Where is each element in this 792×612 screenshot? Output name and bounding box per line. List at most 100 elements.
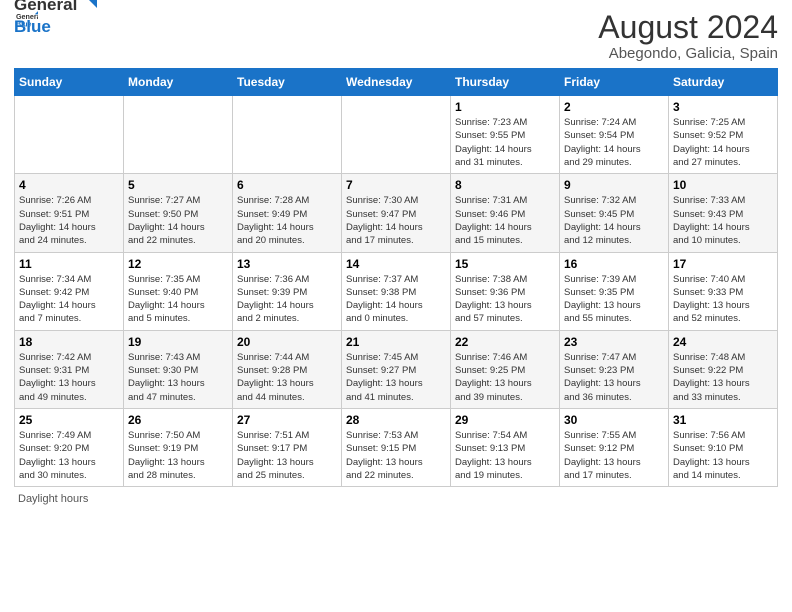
day-info: Sunrise: 7:36 AM Sunset: 9:39 PM Dayligh… <box>237 273 337 326</box>
calendar-cell: 13 Sunrise: 7:36 AM Sunset: 9:39 PM Dayli… <box>233 252 342 330</box>
calendar-cell: 12 Sunrise: 7:35 AM Sunset: 9:40 PM Dayli… <box>124 252 233 330</box>
weekday-header-monday: Monday <box>124 69 233 96</box>
logo: General Blue General Blue <box>14 10 97 37</box>
day-info: Sunrise: 7:23 AM Sunset: 9:55 PM Dayligh… <box>455 116 555 169</box>
calendar-cell: 28Sunrise: 7:53 AM Sunset: 9:15 PM Dayli… <box>342 408 451 486</box>
day-number: 18 <box>19 335 119 349</box>
day-info: Sunrise: 7:32 AM Sunset: 9:45 PM Dayligh… <box>564 194 664 247</box>
day-info: Sunrise: 7:53 AM Sunset: 9:15 PM Dayligh… <box>346 429 446 482</box>
day-number: 8 <box>455 178 555 192</box>
calendar-cell: 23Sunrise: 7:47 AM Sunset: 9:23 PM Dayli… <box>560 330 669 408</box>
calendar-cell: 2Sunrise: 7:24 AM Sunset: 9:54 PM Daylig… <box>560 96 669 174</box>
calendar-cell: 26 Sunrise: 7:50 AM Sunset: 9:19 PM Dayli… <box>124 408 233 486</box>
calendar-cell: 1 Sunrise: 7:23 AM Sunset: 9:55 PM Daylig… <box>451 96 560 174</box>
day-number: 25 <box>19 413 119 427</box>
calendar-cell: 17Sunrise: 7:40 AM Sunset: 9:33 PM Dayli… <box>669 252 778 330</box>
calendar-cell: 30Sunrise: 7:55 AM Sunset: 9:12 PM Dayli… <box>560 408 669 486</box>
day-info: Sunrise: 7:26 AM Sunset: 9:51 PM Dayligh… <box>19 194 119 247</box>
day-number: 19 <box>128 335 228 349</box>
calendar-cell: 4 Sunrise: 7:26 AM Sunset: 9:51 PM Daylig… <box>15 174 124 252</box>
day-info: Sunrise: 7:37 AM Sunset: 9:38 PM Dayligh… <box>346 273 446 326</box>
day-number: 11 <box>19 257 119 271</box>
logo-blue: Blue <box>14 17 51 36</box>
calendar-cell: 9 Sunrise: 7:32 AM Sunset: 9:45 PM Daylig… <box>560 174 669 252</box>
day-info: Sunrise: 7:25 AM Sunset: 9:52 PM Dayligh… <box>673 116 773 169</box>
day-info: Sunrise: 7:35 AM Sunset: 9:40 PM Dayligh… <box>128 273 228 326</box>
weekday-header-row: SundayMondayTuesdayWednesdayThursdayFrid… <box>15 69 778 96</box>
day-info: Sunrise: 7:28 AM Sunset: 9:49 PM Dayligh… <box>237 194 337 247</box>
week-row-1: 1 Sunrise: 7:23 AM Sunset: 9:55 PM Daylig… <box>15 96 778 174</box>
calendar-cell: 8Sunrise: 7:31 AM Sunset: 9:46 PM Daylig… <box>451 174 560 252</box>
day-info: Sunrise: 7:46 AM Sunset: 9:25 PM Dayligh… <box>455 351 555 404</box>
weekday-header-tuesday: Tuesday <box>233 69 342 96</box>
calendar-cell: 15 Sunrise: 7:38 AM Sunset: 9:36 PM Dayli… <box>451 252 560 330</box>
calendar-cell: 24 Sunrise: 7:48 AM Sunset: 9:22 PM Dayli… <box>669 330 778 408</box>
logo-triangle-icon <box>79 0 97 14</box>
calendar-table: SundayMondayTuesdayWednesdayThursdayFrid… <box>14 68 778 487</box>
calendar-cell: 6Sunrise: 7:28 AM Sunset: 9:49 PM Daylig… <box>233 174 342 252</box>
day-number: 1 <box>455 100 555 114</box>
footer: Daylight hours <box>14 493 778 505</box>
day-info: Sunrise: 7:24 AM Sunset: 9:54 PM Dayligh… <box>564 116 664 169</box>
day-info: Sunrise: 7:42 AM Sunset: 9:31 PM Dayligh… <box>19 351 119 404</box>
day-info: Sunrise: 7:34 AM Sunset: 9:42 PM Dayligh… <box>19 273 119 326</box>
weekday-header-sunday: Sunday <box>15 69 124 96</box>
day-info: Sunrise: 7:33 AM Sunset: 9:43 PM Dayligh… <box>673 194 773 247</box>
logo-general: General <box>14 0 77 15</box>
calendar-cell: 19Sunrise: 7:43 AM Sunset: 9:30 PM Dayli… <box>124 330 233 408</box>
day-number: 12 <box>128 257 228 271</box>
day-info: Sunrise: 7:50 AM Sunset: 9:19 PM Dayligh… <box>128 429 228 482</box>
day-info: Sunrise: 7:51 AM Sunset: 9:17 PM Dayligh… <box>237 429 337 482</box>
day-number: 13 <box>237 257 337 271</box>
day-number: 30 <box>564 413 664 427</box>
day-info: Sunrise: 7:39 AM Sunset: 9:35 PM Dayligh… <box>564 273 664 326</box>
day-info: Sunrise: 7:40 AM Sunset: 9:33 PM Dayligh… <box>673 273 773 326</box>
day-info: Sunrise: 7:38 AM Sunset: 9:36 PM Dayligh… <box>455 273 555 326</box>
day-number: 14 <box>346 257 446 271</box>
week-row-4: 18 Sunrise: 7:42 AM Sunset: 9:31 PM Dayli… <box>15 330 778 408</box>
footer-label: Daylight hours <box>18 493 88 505</box>
day-number: 5 <box>128 178 228 192</box>
day-number: 16 <box>564 257 664 271</box>
day-number: 22 <box>455 335 555 349</box>
calendar-cell: 11 Sunrise: 7:34 AM Sunset: 9:42 PM Dayli… <box>15 252 124 330</box>
calendar-cell: 3 Sunrise: 7:25 AM Sunset: 9:52 PM Daylig… <box>669 96 778 174</box>
calendar-cell: 27 Sunrise: 7:51 AM Sunset: 9:17 PM Dayli… <box>233 408 342 486</box>
week-row-5: 25Sunrise: 7:49 AM Sunset: 9:20 PM Dayli… <box>15 408 778 486</box>
day-number: 27 <box>237 413 337 427</box>
week-row-2: 4 Sunrise: 7:26 AM Sunset: 9:51 PM Daylig… <box>15 174 778 252</box>
day-number: 3 <box>673 100 773 114</box>
week-row-3: 11 Sunrise: 7:34 AM Sunset: 9:42 PM Dayli… <box>15 252 778 330</box>
day-number: 24 <box>673 335 773 349</box>
day-number: 31 <box>673 413 773 427</box>
calendar-cell: 7 Sunrise: 7:30 AM Sunset: 9:47 PM Daylig… <box>342 174 451 252</box>
day-number: 29 <box>455 413 555 427</box>
day-number: 9 <box>564 178 664 192</box>
day-info: Sunrise: 7:47 AM Sunset: 9:23 PM Dayligh… <box>564 351 664 404</box>
day-number: 15 <box>455 257 555 271</box>
weekday-header-wednesday: Wednesday <box>342 69 451 96</box>
day-info: Sunrise: 7:30 AM Sunset: 9:47 PM Dayligh… <box>346 194 446 247</box>
calendar-cell <box>233 96 342 174</box>
calendar-cell <box>15 96 124 174</box>
day-info: Sunrise: 7:54 AM Sunset: 9:13 PM Dayligh… <box>455 429 555 482</box>
subtitle: Abegondo, Galicia, Spain <box>598 45 778 62</box>
calendar-cell: 20Sunrise: 7:44 AM Sunset: 9:28 PM Dayli… <box>233 330 342 408</box>
calendar-cell <box>124 96 233 174</box>
calendar-cell: 21Sunrise: 7:45 AM Sunset: 9:27 PM Dayli… <box>342 330 451 408</box>
calendar-cell: 16 Sunrise: 7:39 AM Sunset: 9:35 PM Dayli… <box>560 252 669 330</box>
day-number: 4 <box>19 178 119 192</box>
day-info: Sunrise: 7:27 AM Sunset: 9:50 PM Dayligh… <box>128 194 228 247</box>
day-info: Sunrise: 7:48 AM Sunset: 9:22 PM Dayligh… <box>673 351 773 404</box>
calendar-cell: 31Sunrise: 7:56 AM Sunset: 9:10 PM Dayli… <box>669 408 778 486</box>
calendar-cell <box>342 96 451 174</box>
day-number: 7 <box>346 178 446 192</box>
calendar-cell: 22 Sunrise: 7:46 AM Sunset: 9:25 PM Dayli… <box>451 330 560 408</box>
day-number: 26 <box>128 413 228 427</box>
day-number: 21 <box>346 335 446 349</box>
header: General Blue General Blue August 2024 Ab… <box>14 10 778 62</box>
calendar-cell: 5 Sunrise: 7:27 AM Sunset: 9:50 PM Daylig… <box>124 174 233 252</box>
weekday-header-thursday: Thursday <box>451 69 560 96</box>
day-info: Sunrise: 7:44 AM Sunset: 9:28 PM Dayligh… <box>237 351 337 404</box>
calendar-cell: 18 Sunrise: 7:42 AM Sunset: 9:31 PM Dayli… <box>15 330 124 408</box>
